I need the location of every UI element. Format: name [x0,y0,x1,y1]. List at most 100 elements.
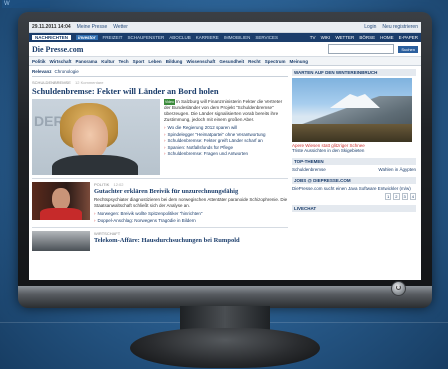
lead-body: Video In Salzburg will Finanzministerin F… [164,99,288,175]
lead-related-links: Wo die Regierung 2012 sparen will Spinde… [164,125,288,158]
photo-face [72,115,108,159]
pager-item[interactable]: 1 [385,193,392,200]
weather-subcaption: Triste Aussichten in den Skigebieten [292,148,365,153]
divider [32,227,288,228]
nav-tv[interactable]: TV [310,35,316,40]
section-bildung[interactable]: Bildung [166,59,183,64]
story2-body: POLITIK 12:02 Gutachter erklären Breivik… [94,182,288,224]
section-recht[interactable]: Recht [248,59,261,64]
nav-freizeit[interactable]: FREIZEIT [103,35,123,40]
livechat-title: LIVECHAT [292,205,416,212]
related-link[interactable]: Schuldenbremse: Fragen und Antworten [164,151,288,158]
section-spectrum[interactable]: Spectrum [265,59,286,64]
search-button[interactable]: Suchen [398,45,418,53]
nav-nachrichten[interactable]: NACHRICHTEN [32,35,71,40]
section-sport[interactable]: Sport [133,59,145,64]
story2-photo[interactable] [32,182,90,220]
story2-category: POLITIK [94,182,110,187]
section-panorama[interactable]: Panorama [75,59,97,64]
story2-kicker: POLITIK 12:02 [94,182,288,187]
lead-comments[interactable]: 12 Kommentare [75,80,103,85]
search-input[interactable] [328,44,395,54]
jobs-text[interactable]: DiePresse.com sucht einen Java Software … [292,186,416,192]
monitor-screen: 29.11.2011 14:04 Meine Presse Wetter Log… [29,22,421,280]
story-breivik: POLITIK 12:02 Gutachter erklären Breivik… [32,182,288,224]
monitor-stand-base [130,328,320,368]
lead-category: SCHULDENBREMSE [32,80,71,85]
related-link[interactable]: Doppel-Anschlag: Norwegens Tragödie in B… [94,218,288,225]
nav-wetter[interactable]: WETTER [335,35,354,40]
section-tech[interactable]: Tech [119,59,129,64]
top-theme-link[interactable]: Schuldenbremse [292,167,326,172]
top-themes-links: Schuldenbremse Wahlen in Ägypten [292,167,416,172]
weather-box-title: WARTEN AUF DEN WINTEREINBRUCH [292,69,416,76]
current-date: 29.11.2011 14:04 [32,24,71,30]
top-themes-title: TOP-THEMEN [292,158,416,165]
story2-text: Rechtspsychiater diagnostizieren bei dem… [94,197,288,208]
nav-immobilien[interactable]: IMMOBILIEN [224,35,251,40]
story2-headline[interactable]: Gutachter erklären Breivik für unzurechn… [94,188,288,195]
lead-kicker: SCHULDENBREMSE 12 Kommentare [32,80,288,85]
section-gesundheit[interactable]: Gesundheit [219,59,244,64]
divider [32,178,288,179]
story3-photo[interactable] [32,231,90,251]
content: Relevanz Chronologie SCHULDENBREMSE 12 K… [29,66,421,254]
story3-kicker: WIRTSCHAFT [94,231,121,236]
weather-photo[interactable] [292,78,412,142]
story2-time: 12:02 [113,182,124,187]
story3-body: WIRTSCHAFT Telekom-Affäre: Hausdurchsuch… [94,231,288,251]
jobs-pager: 1 2 3 4 [292,193,416,200]
section-wirtschaft[interactable]: Wirtschaft [50,59,72,64]
nav-aboclub[interactable]: ABOCLUB [169,35,191,40]
section-meinung[interactable]: Meinung [289,59,308,64]
weather-link[interactable]: Wetter [113,24,128,30]
section-kultur[interactable]: Kultur [101,59,114,64]
main-column: Relevanz Chronologie SCHULDENBREMSE 12 K… [32,69,288,251]
pager-item[interactable]: 3 [401,193,408,200]
nav-epaper[interactable]: E-PAPER [399,35,418,40]
lead-headline[interactable]: Schuldenbremse: Fekter will Länder an Bo… [32,86,288,96]
nav-boerse[interactable]: BÖRSE [359,35,375,40]
lead-photo[interactable]: DER [32,99,160,175]
login-link[interactable]: Login [364,24,376,30]
logo-row: Die Presse.com Suchen [29,42,421,57]
main-nav: NACHRICHTEN investor FREIZEIT SCHAUFENST… [29,33,421,42]
utility-bar: 29.11.2011 14:04 Meine Presse Wetter Log… [29,22,421,33]
nav-home[interactable]: HOME [380,35,394,40]
nav-karriere[interactable]: KARRIERE [196,35,219,40]
tab-relevanz[interactable]: Relevanz [32,69,52,74]
corner-logo: W [2,0,50,8]
section-leben[interactable]: Leben [148,59,161,64]
livechat-box: LIVECHAT [292,205,416,212]
nav-wiki[interactable]: WIKI [321,35,331,40]
lead-text: In Salzburg will Finanzministerin Fekter… [164,99,283,122]
photo-body [52,155,138,175]
site-logo[interactable]: Die Presse.com [32,45,83,54]
jobs-title: JOBS @ DIEPRESSE.COM [292,177,416,184]
top-theme-link[interactable]: Wahlen in Ägypten [378,167,416,172]
photo-head [52,188,70,210]
lead-story: DER Video In Salzburg will Finanzminister… [32,99,288,175]
story-telekom: WIRTSCHAFT Telekom-Affäre: Hausdurchsuch… [32,231,288,251]
story3-headline[interactable]: Telekom-Affäre: Hausdurchsuchungen bei R… [94,237,288,244]
pager-item[interactable]: 4 [409,193,416,200]
sort-tabs: Relevanz Chronologie [32,69,288,77]
power-button-icon [391,281,406,296]
nav-services[interactable]: SERVICES [255,35,278,40]
nav-investor[interactable]: investor [76,35,98,40]
photo-trees [292,124,412,142]
nav-schaufenster[interactable]: SCHAUFENSTER [128,35,165,40]
register-link[interactable]: Neu registrieren [382,24,418,30]
tab-chronologie[interactable]: Chronologie [55,69,79,74]
photo-shirt [40,208,82,220]
section-nav: Politik Wirtschaft Panorama Kultur Tech … [29,57,421,66]
pager-item[interactable]: 2 [393,193,400,200]
story2-related-links: Norwegen: Breivik wollte Spitzenpolitike… [94,211,288,224]
monitor-chin [18,286,432,308]
section-politik[interactable]: Politik [32,59,46,64]
jobs-box: JOBS @ DIEPRESSE.COM DiePresse.com sucht… [292,177,416,200]
home-link[interactable]: Meine Presse [77,24,108,30]
section-wissenschaft[interactable]: Wissenschaft [186,59,215,64]
top-themes-box: TOP-THEMEN Schuldenbremse Wahlen in Ägyp… [292,158,416,172]
sidebar: WARTEN AUF DEN WINTEREINBRUCH Apere Wies… [292,69,416,251]
